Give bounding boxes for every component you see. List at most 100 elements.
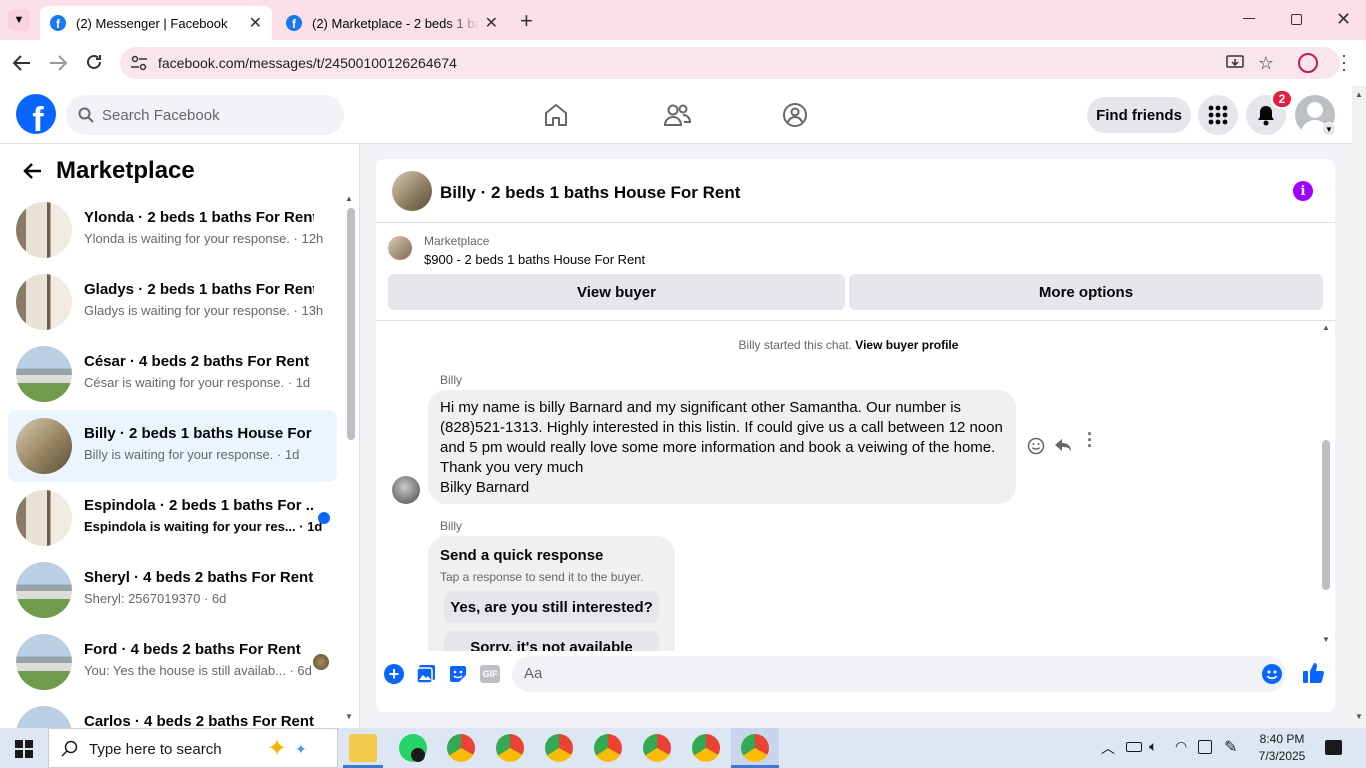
conversation-item[interactable]: Sheryl · 4 beds 2 baths For Rent Sheryl: … <box>8 554 337 626</box>
panel-title: Marketplace <box>56 157 195 184</box>
gif-icon[interactable]: GIF <box>480 665 500 683</box>
reload-icon[interactable] <box>85 53 103 71</box>
wifi-icon[interactable]: ◠ <box>1175 738 1187 755</box>
conversation-item[interactable]: Gladys · 2 beds 1 baths For Rent Gladys i… <box>8 266 337 338</box>
browser-tab-bar: ▼ f (2) Messenger | Facebook ✕ f (2) Mar… <box>0 0 1366 40</box>
emoji-icon[interactable] <box>1262 664 1282 684</box>
friends-icon[interactable] <box>663 102 691 128</box>
sender-avatar[interactable] <box>392 476 420 504</box>
file-explorer-icon[interactable] <box>349 734 377 762</box>
chrome-icon[interactable] <box>496 734 524 762</box>
listing-thumbnail <box>16 202 72 258</box>
close-tab-icon[interactable]: ✕ <box>249 13 262 33</box>
conversation-list-scrollbar[interactable]: ▲ ▼ <box>344 194 355 724</box>
conversation-preview: César is waiting for your response. · 1d <box>84 375 311 390</box>
view-buyer-button[interactable]: View buyer <box>388 274 845 310</box>
home-icon[interactable] <box>543 102 569 128</box>
pen-icon[interactable]: ✎ <box>1224 737 1237 757</box>
chrome-icon[interactable] <box>545 734 573 762</box>
more-actions-icon[interactable]: · · · <box>1087 425 1093 455</box>
bookmark-star-icon[interactable]: ☆ <box>1258 53 1274 74</box>
search-placeholder: Search Facebook <box>102 106 220 124</box>
like-thumbs-up-icon[interactable] <box>1302 662 1324 684</box>
more-actions-plus-icon[interactable]: + <box>384 664 404 684</box>
page-scrollbar[interactable]: ▲ ▼ <box>1352 86 1366 728</box>
chrome-icon[interactable] <box>692 734 720 762</box>
conversation-item[interactable]: Ford · 4 beds 2 baths For Rent You: Yes t… <box>8 626 337 698</box>
view-buyer-profile-link[interactable]: View buyer profile <box>855 338 958 352</box>
chrome-icon[interactable] <box>594 734 622 762</box>
windows-start-icon[interactable] <box>15 740 33 758</box>
facebook-header: f Search Facebook Find friends 2 ▼ <box>0 86 1352 144</box>
notification-center-icon[interactable] <box>1325 740 1342 755</box>
site-info-icon[interactable] <box>130 55 148 71</box>
conversation-preview: Espindola is waiting for your res... · 1… <box>84 519 323 534</box>
restore-window-icon[interactable] <box>1291 14 1302 25</box>
message-scrollbar[interactable]: ▲ ▼ <box>1319 323 1333 649</box>
message-line: (828)521-1313. Highly interested in this… <box>440 419 1003 436</box>
conversation-title: Espindola · 2 beds 1 baths For ... <box>84 497 314 514</box>
tab-search-dropdown-icon[interactable]: ▼ <box>8 9 30 31</box>
battery-icon[interactable] <box>1126 742 1142 752</box>
back-arrow-icon[interactable] <box>22 162 42 180</box>
message-input[interactable]: Aa <box>512 656 1286 692</box>
quick-reply-button[interactable]: Yes, are you still interested? <box>444 591 659 623</box>
facebook-favicon-icon: f <box>50 15 66 31</box>
conversation-title: Sheryl · 4 beds 2 baths For Rent <box>84 569 314 586</box>
find-friends-button[interactable]: Find friends <box>1087 97 1191 133</box>
meet-now-icon[interactable] <box>1198 740 1212 754</box>
conversation-preview: Gladys is waiting for your response. · 1… <box>84 303 324 318</box>
conversation-item[interactable]: Espindola · 2 beds 1 baths For ... Espind… <box>8 482 337 554</box>
facebook-logo-icon[interactable]: f <box>16 94 56 134</box>
clock-time: 8:40 PM <box>1259 732 1305 746</box>
quick-reply-button[interactable]: Sorry, it's not available <box>444 631 659 651</box>
browser-menu-icon[interactable]: · · · <box>1341 46 1347 78</box>
groups-icon[interactable] <box>782 102 808 128</box>
quick-response-subtitle: Tap a response to send it to the buyer. <box>440 570 644 584</box>
chrome-icon[interactable] <box>643 734 671 762</box>
clock[interactable]: 8:40 PM 7/3/2025 <box>1256 731 1308 765</box>
more-options-button[interactable]: More options <box>849 274 1323 310</box>
taskbar-search-box[interactable]: Type here to search ✦ ✦ <box>48 728 338 768</box>
search-icon <box>78 107 94 123</box>
unread-dot-icon <box>318 512 330 524</box>
react-emoji-icon[interactable] <box>1027 437 1045 455</box>
tab-messenger[interactable]: f (2) Messenger | Facebook ✕ <box>40 6 272 40</box>
profile-icon[interactable] <box>1298 53 1318 73</box>
minimize-window-icon[interactable] <box>1243 18 1255 19</box>
sticker-icon[interactable] <box>448 664 468 684</box>
message-bubble[interactable]: Hi my name is billy Barnard and my signi… <box>428 390 1016 504</box>
conversation-title: Gladys · 2 beds 1 baths For Rent <box>84 281 314 298</box>
system-tray-chevron-icon[interactable]: ︿ <box>1101 738 1115 758</box>
listing-thumbnail[interactable] <box>392 171 432 211</box>
reply-icon[interactable] <box>1054 437 1072 455</box>
listing-title[interactable]: $900 - 2 beds 1 baths House For Rent <box>424 252 645 267</box>
attach-photo-icon[interactable] <box>416 664 436 684</box>
address-bar[interactable]: facebook.com/messages/t/2450010012626467… <box>120 47 1340 79</box>
conversation-info-icon[interactable]: i <box>1293 181 1313 201</box>
chrome-icon[interactable] <box>741 734 769 762</box>
facebook-favicon-icon: f <box>286 15 302 31</box>
conversation-item[interactable]: Carlos · 4 beds 2 baths For Rent <box>8 698 337 728</box>
conversation-title: César · 4 beds 2 baths For Rent <box>84 353 310 370</box>
close-window-icon[interactable]: ✕ <box>1336 9 1351 30</box>
chat-title[interactable]: Billy · 2 beds 1 baths House For Rent <box>440 183 740 203</box>
forward-arrow-icon[interactable] <box>48 54 68 72</box>
tab-marketplace[interactable]: f (2) Marketplace - 2 beds 1 baths ✕ <box>276 6 508 40</box>
message-input-placeholder: Aa <box>524 665 543 682</box>
tab-title: (2) Messenger | Facebook <box>76 15 228 31</box>
back-arrow-icon[interactable] <box>12 54 32 72</box>
conversation-item[interactable]: Ylonda · 2 beds 1 baths For Rent Ylonda i… <box>8 194 337 266</box>
conversation-item[interactable]: Billy · 2 beds 1 baths House For ... Bill… <box>8 410 337 482</box>
menu-grid-button[interactable] <box>1198 95 1238 135</box>
install-app-icon[interactable] <box>1226 55 1244 71</box>
chrome-icon[interactable] <box>447 734 475 762</box>
account-chevron-icon[interactable]: ▼ <box>1322 122 1336 136</box>
search-facebook-input[interactable]: Search Facebook <box>66 95 344 135</box>
listing-thumb-small[interactable] <box>388 236 412 260</box>
new-tab-icon[interactable]: + <box>520 8 533 34</box>
conversation-title: Ford · 4 beds 2 baths For Rent <box>84 641 301 658</box>
volume-icon[interactable]: 🔈︎ <box>1149 738 1157 755</box>
conversation-item[interactable]: César · 4 beds 2 baths For Rent César is … <box>8 338 337 410</box>
close-tab-icon[interactable]: ✕ <box>485 13 498 33</box>
